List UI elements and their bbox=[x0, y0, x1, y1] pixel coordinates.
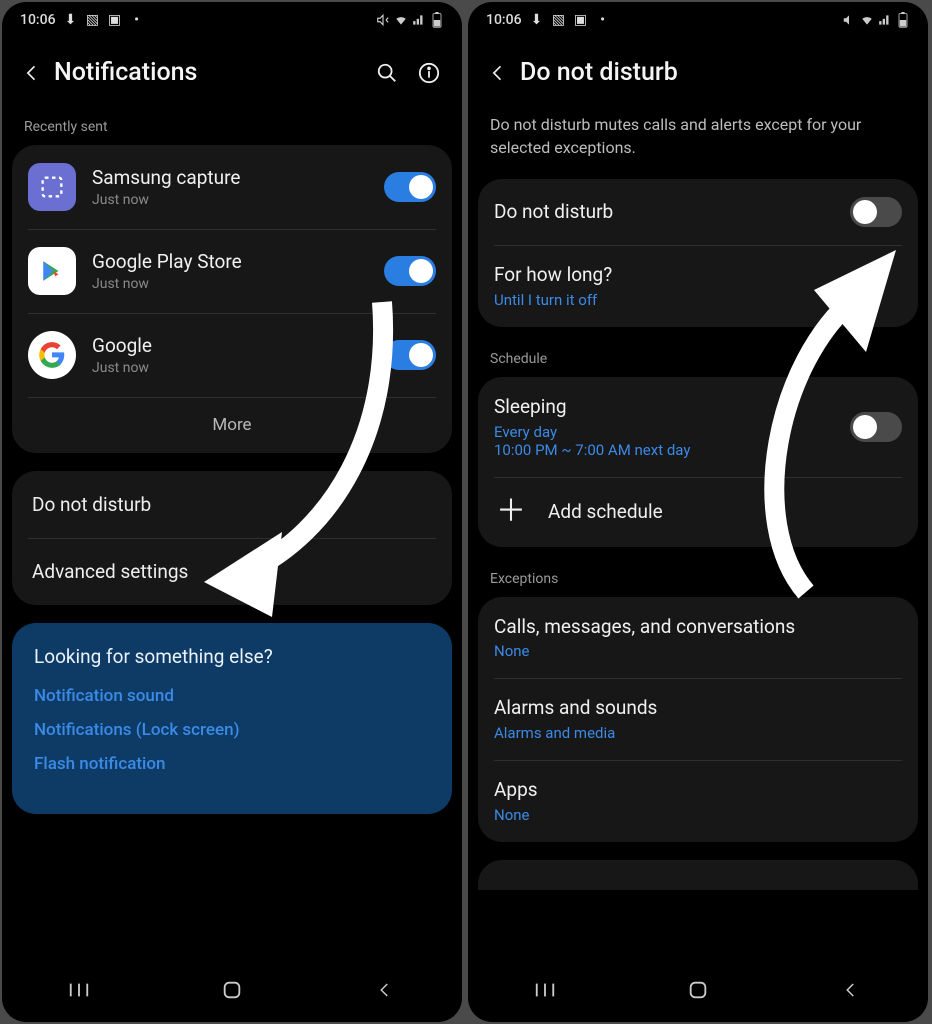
dnd-description: Do not disturb mutes calls and alerts ex… bbox=[468, 113, 928, 179]
toggle-google[interactable] bbox=[384, 340, 436, 370]
google-icon bbox=[28, 331, 76, 379]
looking-title: Looking for something else? bbox=[34, 645, 430, 668]
exception-value: Alarms and media bbox=[494, 724, 902, 742]
advanced-settings-row[interactable]: Advanced settings bbox=[12, 538, 452, 605]
clock: 10:06 bbox=[486, 12, 522, 28]
navigation-bar bbox=[468, 958, 928, 1022]
back-button[interactable] bbox=[476, 63, 520, 83]
section-recently-sent: Recently sent bbox=[2, 113, 462, 145]
exception-calls-row[interactable]: Calls, messages, and conversations None bbox=[478, 597, 918, 679]
phone-right-dnd: 10:06 ⬇ ▧ ▣ • Do not disturb Do not dist… bbox=[468, 2, 928, 1022]
recents-button[interactable] bbox=[65, 976, 93, 1004]
header: Notifications bbox=[2, 32, 462, 113]
link-notification-sound[interactable]: Notification sound bbox=[34, 686, 430, 706]
exception-title: Alarms and sounds bbox=[494, 696, 902, 721]
play-store-icon bbox=[28, 247, 76, 295]
image-icon: ▧ bbox=[552, 13, 566, 27]
wifi-icon bbox=[394, 13, 408, 27]
sleeping-days: Every day bbox=[494, 423, 834, 441]
mute-icon bbox=[376, 13, 390, 27]
back-nav-button[interactable] bbox=[837, 976, 865, 1004]
back-button[interactable] bbox=[10, 63, 54, 83]
more-dot-icon: • bbox=[596, 13, 610, 27]
battery-icon bbox=[896, 13, 910, 27]
dnd-master-card: Do not disturb For how long? Until I tur… bbox=[478, 179, 918, 327]
status-bar: 10:06 ⬇ ▧ ▣ • bbox=[468, 2, 928, 32]
battery-icon bbox=[430, 13, 444, 27]
sleeping-title: Sleeping bbox=[494, 395, 834, 420]
clock: 10:06 bbox=[20, 12, 56, 28]
download-icon: ⬇ bbox=[530, 13, 544, 27]
section-exceptions: Exceptions bbox=[468, 565, 928, 597]
link-notifications-lock-screen[interactable]: Notifications (Lock screen) bbox=[34, 720, 430, 740]
app-icon: ▣ bbox=[108, 13, 122, 27]
add-schedule-label: Add schedule bbox=[548, 500, 663, 523]
dnd-master-label: Do not disturb bbox=[494, 200, 834, 225]
exception-value: None bbox=[494, 806, 902, 824]
section-schedule: Schedule bbox=[468, 345, 928, 377]
recents-button[interactable] bbox=[531, 976, 559, 1004]
exception-alarms-row[interactable]: Alarms and sounds Alarms and media bbox=[478, 678, 918, 760]
how-long-row[interactable]: For how long? Until I turn it off bbox=[478, 245, 918, 327]
exception-apps-row[interactable]: Apps None bbox=[478, 760, 918, 842]
header: Do not disturb bbox=[468, 32, 928, 113]
phone-left-notifications: 10:06 ⬇ ▧ ▣ • Notifications Recently sen… bbox=[2, 2, 462, 1022]
wifi-icon bbox=[860, 13, 874, 27]
samsung-capture-icon bbox=[28, 163, 76, 211]
mute-icon bbox=[842, 13, 856, 27]
settings-card: Do not disturb Advanced settings bbox=[12, 471, 452, 605]
exception-title: Apps bbox=[494, 778, 902, 803]
schedule-sleeping-row[interactable]: Sleeping Every day 10:00 PM ~ 7:00 AM ne… bbox=[478, 377, 918, 477]
app-row-samsung-capture[interactable]: Samsung capture Just now bbox=[12, 145, 452, 229]
dnd-master-row[interactable]: Do not disturb bbox=[478, 179, 918, 245]
hidden-card-peek[interactable] bbox=[478, 860, 918, 890]
schedule-card: Sleeping Every day 10:00 PM ~ 7:00 AM ne… bbox=[478, 377, 918, 547]
more-dot-icon: • bbox=[130, 13, 144, 27]
app-name: Google Play Store bbox=[92, 250, 368, 275]
app-time: Just now bbox=[92, 192, 368, 208]
toggle-dnd[interactable] bbox=[850, 197, 902, 227]
app-name: Google bbox=[92, 334, 368, 359]
app-name: Samsung capture bbox=[92, 166, 368, 191]
add-schedule-row[interactable]: ＋ Add schedule bbox=[478, 477, 918, 547]
toggle-sleeping[interactable] bbox=[850, 412, 902, 442]
image-icon: ▧ bbox=[86, 13, 100, 27]
app-row-play-store[interactable]: Google Play Store Just now bbox=[12, 229, 452, 313]
back-nav-button[interactable] bbox=[371, 976, 399, 1004]
more-button[interactable]: More bbox=[12, 397, 452, 453]
how-long-label: For how long? bbox=[494, 263, 902, 288]
exceptions-card: Calls, messages, and conversations None … bbox=[478, 597, 918, 842]
app-icon: ▣ bbox=[574, 13, 588, 27]
home-button[interactable] bbox=[218, 976, 246, 1004]
signal-icon bbox=[878, 13, 892, 27]
search-button[interactable] bbox=[366, 62, 408, 84]
toggle-play-store[interactable] bbox=[384, 256, 436, 286]
app-row-google[interactable]: Google Just now bbox=[12, 313, 452, 397]
page-title: Do not disturb bbox=[520, 58, 916, 87]
sleeping-time: 10:00 PM ~ 7:00 AM next day bbox=[494, 441, 834, 459]
page-title: Notifications bbox=[54, 58, 366, 87]
app-time: Just now bbox=[92, 276, 368, 292]
plus-icon: ＋ bbox=[496, 497, 526, 527]
link-flash-notification[interactable]: Flash notification bbox=[34, 754, 430, 774]
looking-for-card: Looking for something else? Notification… bbox=[12, 623, 452, 814]
exception-value: None bbox=[494, 642, 902, 660]
toggle-samsung-capture[interactable] bbox=[384, 172, 436, 202]
navigation-bar bbox=[2, 958, 462, 1022]
do-not-disturb-row[interactable]: Do not disturb bbox=[12, 471, 452, 538]
status-bar: 10:06 ⬇ ▧ ▣ • bbox=[2, 2, 462, 32]
app-time: Just now bbox=[92, 360, 368, 376]
exception-title: Calls, messages, and conversations bbox=[494, 615, 902, 640]
download-icon: ⬇ bbox=[64, 13, 78, 27]
info-button[interactable] bbox=[408, 62, 450, 84]
signal-icon bbox=[412, 13, 426, 27]
recent-apps-card: Samsung capture Just now Google Play Sto… bbox=[12, 145, 452, 453]
how-long-value: Until I turn it off bbox=[494, 291, 902, 309]
home-button[interactable] bbox=[684, 976, 712, 1004]
